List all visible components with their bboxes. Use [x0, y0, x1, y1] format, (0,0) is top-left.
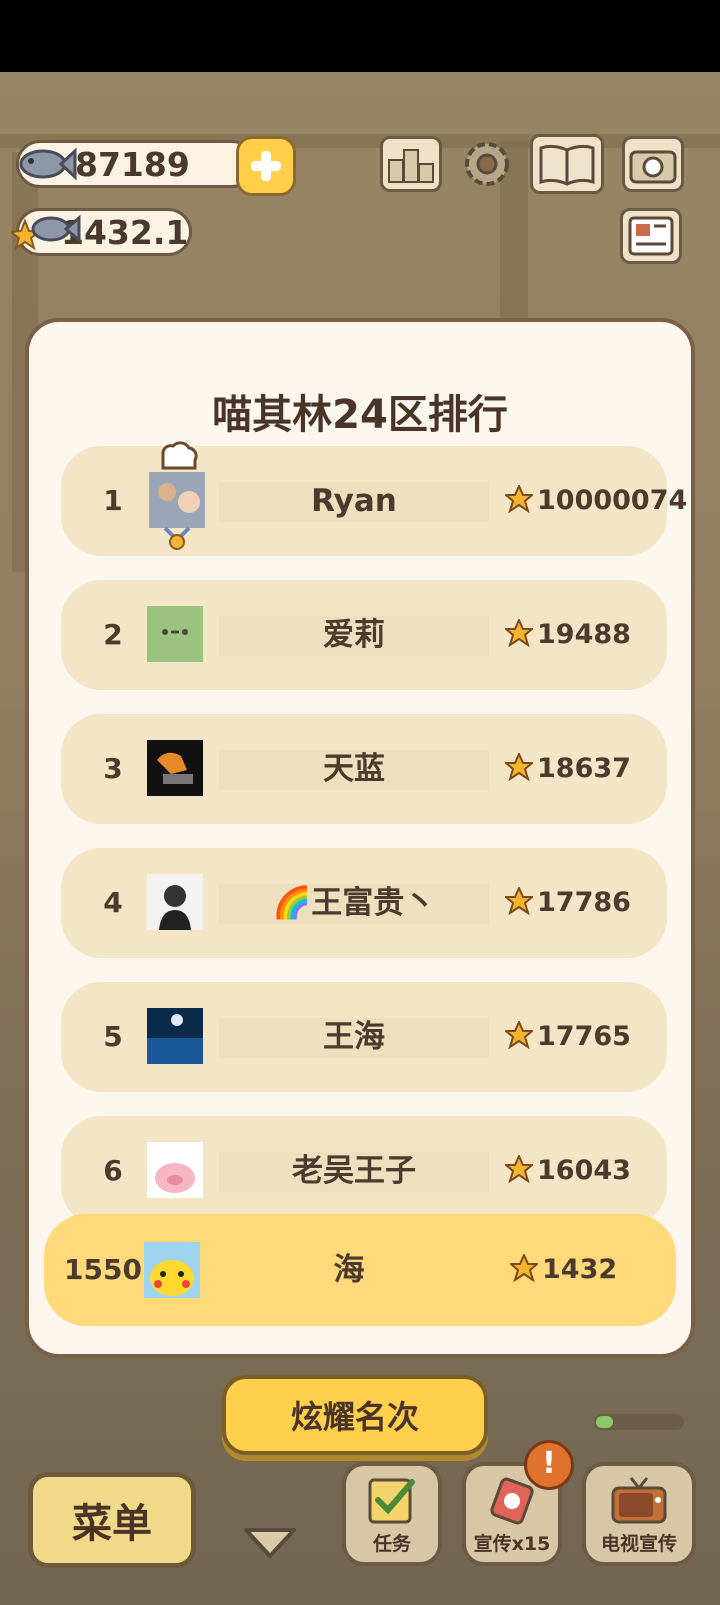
newspaper-icon [628, 216, 674, 256]
menu-button[interactable]: 菜单 [28, 1472, 196, 1568]
tasks-button[interactable]: 任务 [342, 1462, 442, 1566]
avatar [149, 441, 205, 550]
player-name: 🌈王富贵丶 [272, 885, 436, 921]
star-icon [505, 1155, 533, 1183]
newspaper-button[interactable] [620, 208, 682, 264]
tv-promote-label: 电视宣传 [600, 1533, 677, 1555]
player-name: Ryan [311, 483, 397, 519]
star-icon [505, 485, 533, 513]
player-score: 16043 [537, 1155, 631, 1186]
ranking-row[interactable]: 3 天蓝 18637 [61, 714, 667, 824]
book-icon [539, 144, 595, 186]
player-name: 老吴王子 [292, 1153, 416, 1189]
avatar [147, 606, 203, 662]
settings-button[interactable] [456, 136, 518, 192]
ranking-panel: 喵其林24区排行 1 Ryan 10000074 2 爱莉 19488 3 天蓝… [25, 318, 695, 1358]
chevron-down-icon[interactable] [242, 1524, 298, 1560]
my-ranking-row[interactable]: 1550 海 1432 [44, 1214, 676, 1326]
progress-fill [596, 1416, 614, 1428]
ranking-row[interactable]: 6 老吴王子 16043 [61, 1116, 667, 1226]
ranking-title: 喵其林24区排行 [212, 392, 508, 438]
my-rank: 1550 [64, 1253, 142, 1286]
fish-count: 87189 [75, 144, 190, 184]
avatar [147, 1142, 203, 1198]
avatar [147, 874, 203, 930]
my-score: 1432 [542, 1254, 618, 1285]
camera-icon [629, 150, 677, 184]
ranking-row[interactable]: 1 Ryan 10000074 [61, 441, 687, 556]
my-avatar [144, 1242, 200, 1298]
player-score: 17786 [537, 887, 631, 918]
star-icon [505, 619, 533, 647]
ranking-row[interactable]: 5 王海 17765 [61, 982, 667, 1092]
star-icon [505, 887, 533, 915]
player-name: 王海 [323, 1019, 385, 1055]
camera-button[interactable] [622, 136, 684, 192]
plus-icon [251, 151, 281, 181]
add-currency-button[interactable] [236, 136, 296, 196]
player-score: 17765 [537, 1021, 631, 1052]
player-name: 爱莉 [323, 617, 385, 653]
star-fish-currency: 1432.1 [11, 208, 192, 256]
fish-currency: 87189 [16, 140, 256, 188]
ranking-row[interactable]: 4 🌈王富贵丶 17786 [61, 848, 667, 958]
podium-icon [388, 149, 434, 183]
progress-bar [594, 1414, 684, 1430]
player-name: 天蓝 [323, 751, 385, 787]
tv-promote-button[interactable]: 电视宣传 [582, 1462, 696, 1566]
status-bar [0, 0, 720, 72]
fish-icon [19, 147, 77, 181]
tasks-label: 任务 [372, 1533, 411, 1555]
my-name: 海 [333, 1252, 365, 1288]
player-score: 10000074 [537, 485, 688, 516]
flyer-icon [490, 1477, 534, 1525]
star-icon [510, 1254, 538, 1282]
ranking-button[interactable] [380, 136, 442, 192]
alert-badge: ! [524, 1440, 574, 1490]
tv-icon [611, 1477, 667, 1524]
star-icon [505, 753, 533, 781]
gear-icon [465, 142, 509, 186]
star-icon [505, 1021, 533, 1049]
star-fish-icon [11, 214, 81, 251]
player-score: 18637 [537, 753, 631, 784]
show-rank-button[interactable]: 炫耀名次 [222, 1375, 488, 1455]
player-score: 19488 [537, 619, 631, 650]
checklist-icon [368, 1478, 415, 1524]
recipe-book-button[interactable] [530, 134, 604, 194]
ranking-row[interactable]: 2 爱莉 19488 [61, 580, 667, 690]
promote-label: 宣传x15 [473, 1533, 551, 1555]
avatar [147, 1008, 203, 1064]
avatar [147, 740, 203, 796]
